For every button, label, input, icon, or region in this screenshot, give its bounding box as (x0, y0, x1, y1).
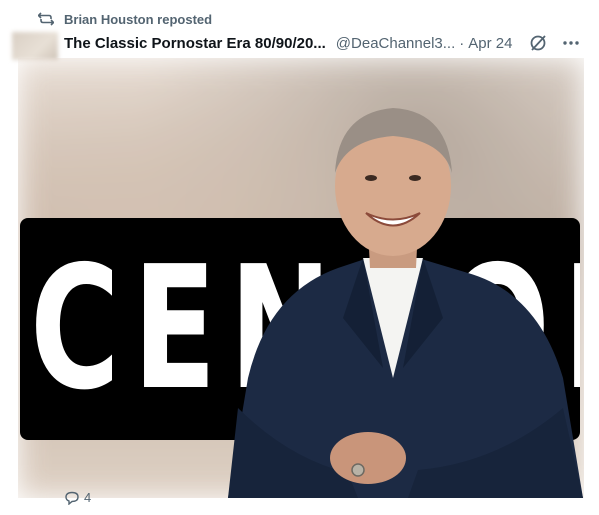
more-options-icon[interactable] (562, 40, 580, 46)
post-date[interactable]: Apr 24 (468, 35, 512, 52)
post-header: The Classic Pornostar Era 80/90/20... @D… (64, 32, 587, 54)
repost-icon (38, 12, 54, 26)
reply-button[interactable]: 4 (64, 490, 91, 505)
reply-count: 4 (84, 490, 92, 505)
reply-icon (65, 491, 79, 505)
grok-icon[interactable] (528, 33, 548, 53)
author-handle[interactable]: @DeaChannel3... (336, 35, 455, 52)
separator-dot: · (459, 34, 465, 52)
person-image (228, 108, 583, 498)
post-media[interactable]: CENSORED (18, 58, 584, 498)
author-name[interactable]: The Classic Pornostar Era 80/90/20... (64, 35, 326, 52)
repost-indicator[interactable]: Brian Houston reposted (38, 10, 212, 28)
avatar[interactable] (12, 32, 58, 60)
repost-text: Brian Houston reposted (64, 11, 213, 27)
